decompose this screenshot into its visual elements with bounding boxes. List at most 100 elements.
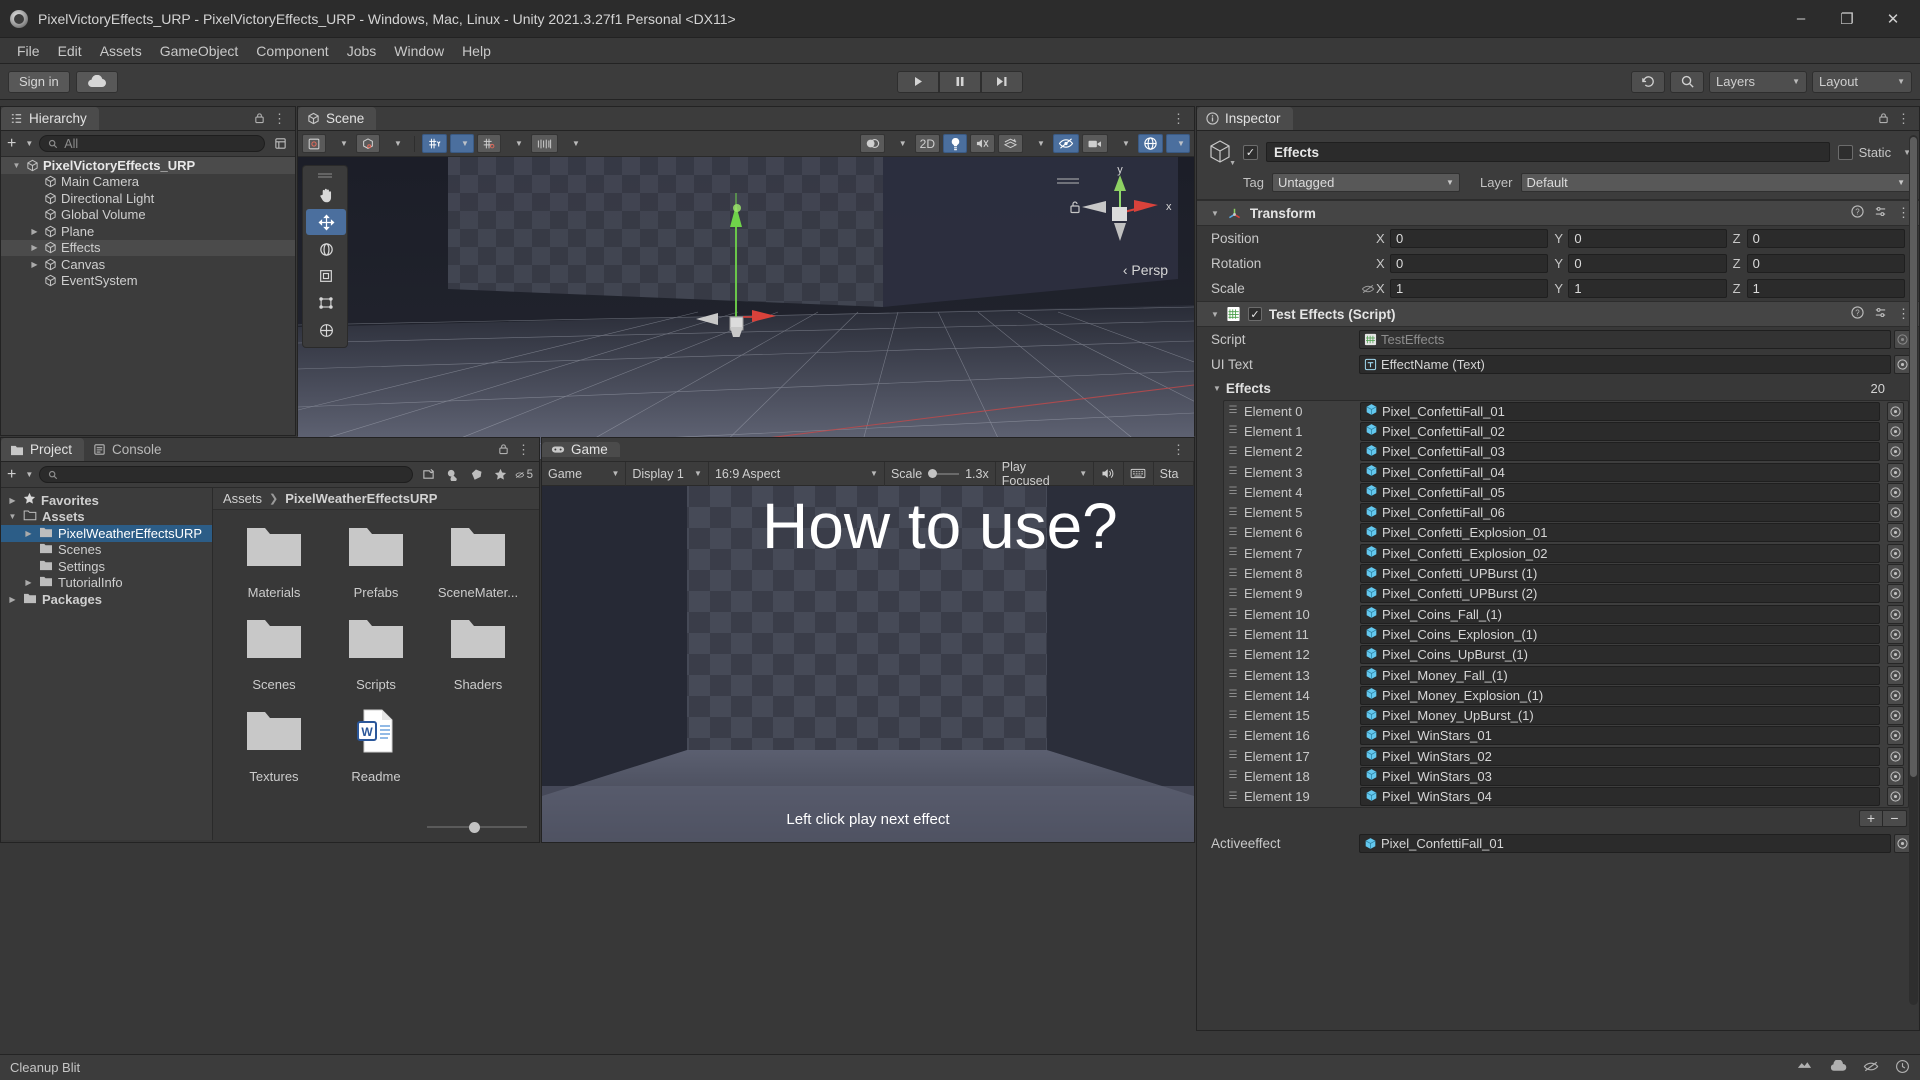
layout-dropdown[interactable]: Layout ▼ [1812, 70, 1912, 93]
undo-history-icon[interactable] [1631, 70, 1665, 93]
drag-handle[interactable]: ☰ [1226, 751, 1240, 761]
hierarchy-filter-icon[interactable] [271, 135, 289, 153]
hidden-packages-count[interactable]: 5 [515, 466, 533, 484]
play-button[interactable] [897, 70, 939, 93]
create-object-button[interactable]: + ▼ [7, 135, 33, 153]
hierarchy-item-eventsystem[interactable]: EventSystem [1, 273, 295, 290]
element-picker-button[interactable] [1887, 604, 1904, 624]
drag-handle[interactable]: ☰ [1226, 527, 1240, 538]
lock-icon[interactable] [254, 111, 265, 127]
effects-element-row-3[interactable]: ☰ Element 3 Pixel_ConfettiFall_04 [1224, 462, 1908, 482]
effects-element-row-10[interactable]: ☰ Element 10 Pixel_Coins_Fall_(1) [1224, 604, 1908, 624]
display-dropdown[interactable]: Display 1 ▼ [626, 461, 709, 486]
grid-visibility-button[interactable] [477, 134, 501, 153]
project-menu-icon[interactable]: ⋮ [517, 442, 531, 458]
element-picker-button[interactable] [1887, 706, 1904, 726]
close-button[interactable]: ✕ [1870, 0, 1916, 38]
collapse-arrow-icon[interactable]: ▼ [1211, 310, 1219, 319]
tag-dropdown[interactable]: Untagged ▼ [1271, 173, 1460, 192]
grid-visibility-dropdown[interactable]: ▼ [504, 134, 528, 153]
tab-scene[interactable]: Scene [298, 107, 377, 130]
element-picker-button[interactable] [1887, 442, 1904, 462]
element-picker-button[interactable] [1887, 665, 1904, 685]
asset-item-scenes[interactable]: Scenes [223, 616, 325, 692]
transform-position-y[interactable]: 0 [1568, 229, 1727, 248]
asset-item-shaders[interactable]: Shaders [427, 616, 529, 692]
element-picker-button[interactable] [1887, 462, 1904, 482]
effects-array-size[interactable]: 20 [1871, 381, 1911, 396]
gameobject-icon[interactable]: ▼ [1205, 137, 1236, 167]
hierarchy-item-plane[interactable]: ▶ Plane [1, 223, 295, 240]
snap-increment-dropdown[interactable]: ▼ [561, 134, 585, 153]
scene-fx-dropdown[interactable]: ▼ [1026, 134, 1050, 153]
drag-handle[interactable]: ☰ [1226, 690, 1240, 700]
asset-item-readme[interactable]: W Readme [325, 708, 427, 784]
transform-scale-z[interactable]: 1 [1746, 279, 1905, 298]
game-menu-icon[interactable]: ⋮ [1172, 442, 1186, 458]
effects-element-row-8[interactable]: ☰ Element 8 Pixel_Confetti_UPBurst (1) [1224, 563, 1908, 584]
element-object-field[interactable]: Pixel_ConfettiFall_02 [1360, 421, 1880, 441]
scene-camera-dropdown[interactable]: ▼ [1111, 134, 1135, 153]
hierarchy-item-effects[interactable]: ▶ Effects [1, 239, 295, 256]
transform-rotation-z[interactable]: 0 [1746, 254, 1905, 273]
drag-handle[interactable]: ☰ [1226, 791, 1240, 802]
preset-icon[interactable] [1874, 306, 1887, 322]
element-picker-button[interactable] [1887, 543, 1904, 563]
collapse-arrow-icon[interactable]: ▼ [1213, 384, 1221, 393]
expand-arrow-icon[interactable]: ▼ [7, 512, 18, 521]
element-picker-button[interactable] [1887, 401, 1904, 421]
element-picker-button[interactable] [1887, 787, 1904, 807]
lock-icon[interactable] [1878, 111, 1889, 127]
project-tree-item-tutorialinfo[interactable]: ▶ TutorialInfo [1, 575, 212, 592]
element-picker-button[interactable] [1887, 564, 1904, 584]
transform-position-x[interactable]: 0 [1390, 229, 1549, 248]
lock-icon[interactable] [498, 442, 509, 458]
static-checkbox[interactable] [1837, 144, 1853, 160]
chevron-down-icon[interactable]: ▼ [1229, 160, 1236, 167]
hierarchy-item-canvas[interactable]: ▶ Canvas [1, 256, 295, 273]
hierarchy-item-pixelvictoryeffects-urp[interactable]: ▼ PixelVictoryEffects_URP [1, 157, 295, 174]
scene-audio-button[interactable] [970, 134, 995, 153]
drag-handle[interactable]: ☰ [1226, 507, 1240, 518]
transform-rotation-x[interactable]: 0 [1390, 254, 1549, 273]
scale-tool-button[interactable] [306, 263, 346, 289]
transform-scale-x[interactable]: 1 [1390, 279, 1549, 298]
asset-item-scenemater-[interactable]: SceneMater... [427, 524, 529, 600]
stats-button[interactable]: Sta [1154, 461, 1194, 486]
scene-visibility-button[interactable] [1053, 134, 1079, 153]
toggle-2d-button[interactable]: 2D [914, 134, 940, 153]
layers-dropdown[interactable]: Layers ▼ [1709, 70, 1807, 93]
effects-element-row-13[interactable]: ☰ Element 13 Pixel_Money_Fall_(1) [1224, 665, 1908, 685]
element-picker-button[interactable] [1887, 503, 1904, 523]
scene-menu-icon[interactable]: ⋮ [1172, 111, 1186, 127]
drag-handle[interactable]: ☰ [1226, 609, 1240, 619]
element-object-field[interactable]: Pixel_Confetti_Explosion_01 [1360, 523, 1880, 543]
progress-status-icon[interactable] [1895, 1059, 1910, 1077]
menu-file[interactable]: File [8, 40, 49, 62]
effects-array-header[interactable]: ▼ Effects 20 [1197, 377, 1919, 400]
drag-handle[interactable]: ☰ [1226, 467, 1240, 477]
expand-arrow-icon[interactable]: ▶ [7, 595, 18, 604]
expand-arrow-icon[interactable]: ▶ [7, 496, 18, 505]
effects-element-row-19[interactable]: ☰ Element 19 Pixel_WinStars_04 [1224, 787, 1908, 807]
drag-handle[interactable]: ☰ [1226, 446, 1240, 457]
tab-console[interactable]: Console [84, 438, 174, 461]
layer-dropdown[interactable]: Default ▼ [1520, 173, 1911, 192]
element-object-field[interactable]: Pixel_ConfettiFall_05 [1360, 482, 1880, 502]
element-object-field[interactable]: Pixel_WinStars_01 [1360, 726, 1880, 746]
hierarchy-menu-icon[interactable]: ⋮ [273, 111, 287, 127]
collab-icon[interactable] [1796, 1059, 1813, 1076]
maximize-button[interactable]: ❐ [1824, 0, 1870, 38]
help-icon[interactable]: ? [1851, 205, 1864, 221]
drag-handle[interactable]: ☰ [1226, 710, 1240, 721]
create-asset-button[interactable]: + ▼ [7, 466, 33, 484]
play-focus-dropdown[interactable]: Play Focused ▼ [996, 460, 1095, 488]
array-remove-button[interactable]: − [1883, 809, 1907, 827]
inspector-scrollbar[interactable] [1909, 135, 1918, 1005]
lock-icon[interactable] [1068, 199, 1082, 215]
menu-jobs[interactable]: Jobs [338, 40, 386, 62]
asset-grid[interactable]: Materials Prefabs SceneMater... Scenes Scrip… [213, 510, 539, 784]
hierarchy-item-directional-light[interactable]: Directional Light [1, 190, 295, 207]
effects-element-row-14[interactable]: ☰ Element 14 Pixel_Money_Explosion_(1) [1224, 685, 1908, 705]
asset-item-prefabs[interactable]: Prefabs [325, 524, 427, 600]
